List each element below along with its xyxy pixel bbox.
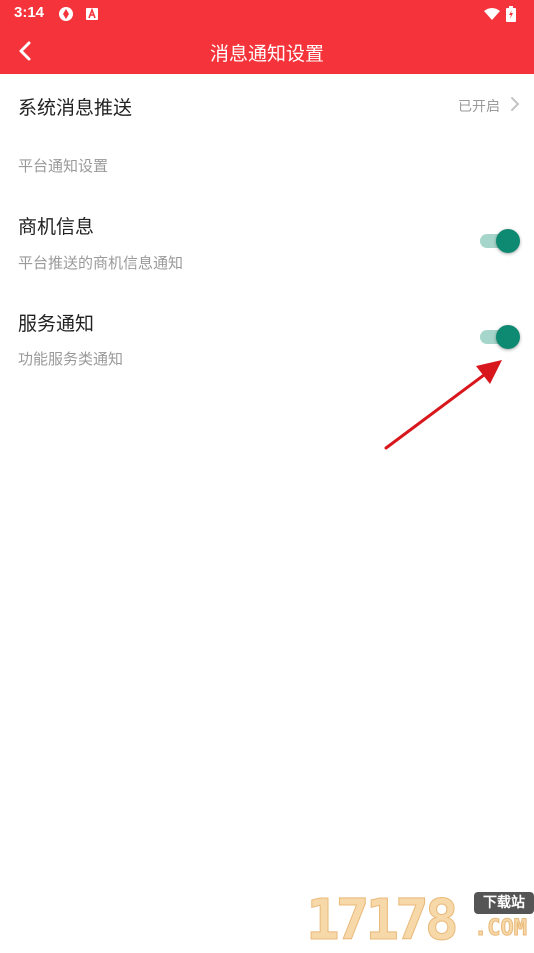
wifi-icon <box>484 8 500 20</box>
toggle-thumb <box>496 229 520 253</box>
aperture-icon <box>59 7 73 21</box>
site-watermark: 17178 下载站 .COM <box>306 888 534 950</box>
section-header: 平台通知设置 <box>18 157 109 175</box>
chevron-right-icon <box>511 97 520 111</box>
page-title: 消息通知设置 <box>209 43 324 65</box>
item-title-business: 商机信息 <box>18 216 95 238</box>
watermark-digits: 17178 <box>306 888 460 953</box>
item-subtitle-service: 功能服务类通知 <box>18 350 124 368</box>
watermark-badge: 下载站 <box>474 892 534 914</box>
app-bar: 消息通知设置 <box>0 28 534 74</box>
item-title-service: 服务通知 <box>18 313 95 335</box>
system-push-label: 系统消息推送 <box>18 97 133 119</box>
system-push-status: 已开启 <box>458 99 500 115</box>
annotation-arrow-icon <box>384 360 502 450</box>
font-a-icon <box>86 7 98 20</box>
battery-charging-icon <box>506 6 516 22</box>
item-subtitle-business: 平台推送的商机信息通知 <box>18 254 184 272</box>
watermark-suffix: .COM <box>474 916 528 942</box>
business-info-toggle[interactable] <box>480 228 520 254</box>
status-bar: 3:14 <box>0 0 534 28</box>
service-notice-toggle[interactable] <box>480 324 520 350</box>
status-time: 3:14 <box>14 4 45 21</box>
toggle-thumb <box>496 325 520 349</box>
